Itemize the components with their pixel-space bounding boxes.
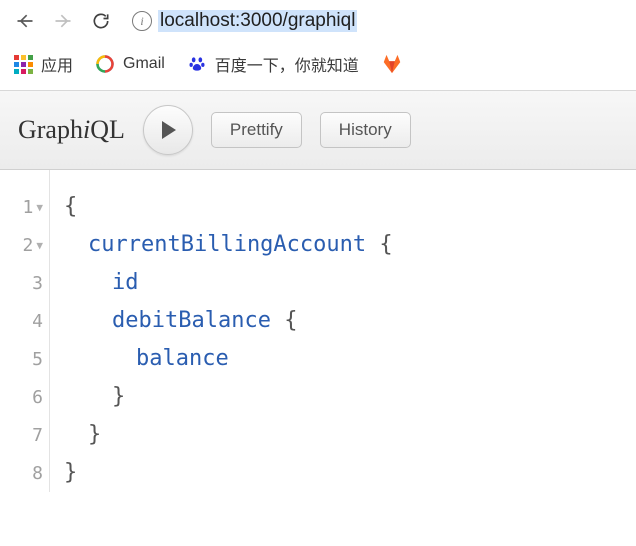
- arrow-left-icon: [15, 11, 35, 31]
- browser-nav-bar: i localhost:3000/graphiql: [0, 0, 636, 42]
- back-button[interactable]: [10, 6, 40, 36]
- arrow-right-icon: [53, 11, 73, 31]
- gitlab-bookmark[interactable]: [381, 53, 403, 75]
- prettify-button[interactable]: Prettify: [211, 112, 302, 148]
- url-text: localhost:3000/graphiql: [158, 10, 357, 32]
- google-icon: [95, 54, 115, 74]
- baidu-bookmark[interactable]: 百度一下，你就知道: [187, 52, 359, 76]
- execute-button[interactable]: [143, 105, 193, 155]
- gmail-bookmark[interactable]: Gmail: [95, 54, 165, 74]
- baidu-label: 百度一下，你就知道: [215, 52, 359, 76]
- site-info-icon[interactable]: i: [132, 11, 152, 31]
- reload-button[interactable]: [86, 6, 116, 36]
- address-bar[interactable]: i localhost:3000/graphiql: [124, 6, 626, 36]
- history-button[interactable]: History: [320, 112, 411, 148]
- gmail-label: Gmail: [123, 55, 165, 73]
- apps-bookmark[interactable]: 应用: [14, 52, 73, 76]
- apps-grid-icon: [14, 55, 33, 74]
- forward-button[interactable]: [48, 6, 78, 36]
- baidu-paw-icon: [187, 54, 207, 74]
- graphiql-toolbar: GraphiQL Prettify History: [0, 90, 636, 170]
- gitlab-icon: [381, 53, 403, 75]
- play-icon: [160, 120, 178, 140]
- apps-label: 应用: [41, 52, 73, 76]
- reload-icon: [91, 11, 111, 31]
- bookmarks-bar: 应用 Gmail 百度一下，你就知道: [0, 42, 636, 90]
- line-gutter: 1▼ 2▼ 3 4 5 6 7 8: [0, 170, 50, 492]
- query-editor[interactable]: 1▼ 2▼ 3 4 5 6 7 8 { currentBillingAccoun…: [0, 170, 636, 492]
- graphiql-logo: GraphiQL: [18, 115, 125, 145]
- code-area[interactable]: { currentBillingAccount { id debitBalanc…: [50, 170, 636, 492]
